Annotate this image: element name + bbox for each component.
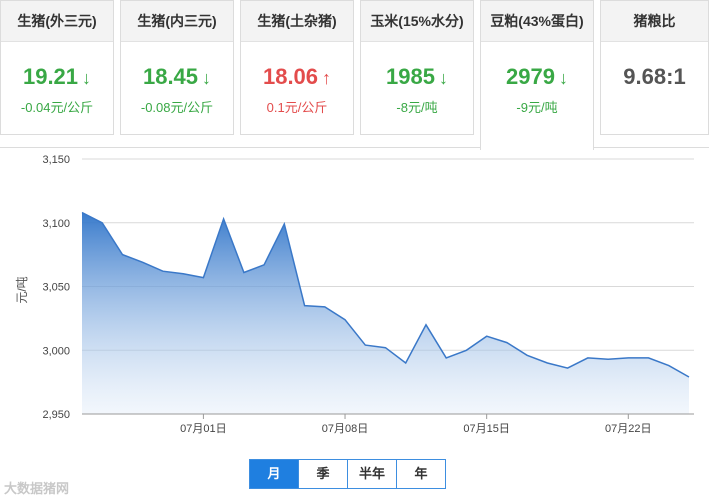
x-tick-label: 07月15日 [463,423,509,435]
chart-area [81,211,694,415]
tab-2[interactable]: 半年 [347,460,396,488]
card-value-row: 18.45 ↓ [121,64,233,91]
card-title: 生猪(内三元) [121,1,233,42]
y-tick-label: 3,000 [42,345,70,357]
arrow-up-icon: ↑ [322,68,332,88]
period-tabs: 月季半年年 [249,459,446,489]
y-tick-label: 2,950 [42,409,70,421]
y-tick-label: 3,100 [42,218,70,230]
card-change: -0.04元/公斤 [20,100,94,115]
watermark: 大数据猪网 [4,481,70,496]
card-value-row: 1985 ↓ [361,64,473,91]
x-tick-label: 07月08日 [322,423,368,435]
y-tick-label: 3,150 [42,154,70,166]
tab-3[interactable]: 年 [396,460,445,488]
price-card-3[interactable]: 玉米(15%水分) 1985 ↓ -8元/吨 [360,0,474,135]
arrow-down-icon: ↓ [82,68,92,88]
card-change: -9元/吨 [516,100,558,115]
price-card-4[interactable]: 豆粕(43%蛋白) 2979 ↓ -9元/吨 [480,0,594,150]
card-value-row: 2979 ↓ [481,64,593,91]
price-card-0[interactable]: 生猪(外三元) 19.21 ↓ -0.04元/公斤 [0,0,114,135]
x-tick-label: 07月01日 [180,423,226,435]
y-axis-ticks: 2,950 3,000 3,050 3,100 3,150 [42,154,70,421]
card-title: 猪粮比 [601,1,708,42]
arrow-down-icon: ↓ [438,68,448,88]
series-area [82,212,689,414]
card-value: 9.68:1 [623,64,686,89]
card-title: 生猪(土杂猪) [241,1,353,42]
card-value: 2979 [506,64,555,89]
card-title: 生猪(外三元) [1,1,113,42]
y-tick-label: 3,050 [42,282,70,294]
tab-0[interactable]: 月 [250,460,298,488]
card-value: 19.21 [22,64,79,89]
card-title: 豆粕(43%蛋白) [481,1,593,42]
card-value: 18.45 [142,64,199,89]
card-change: -8元/吨 [396,100,438,115]
x-tick-label: 07月22日 [605,423,651,435]
price-chart: 2,9503,0003,0503,1003,150 07月01日 07月08日 07… [15,154,694,435]
arrow-down-icon: ↓ [558,68,568,88]
y-axis-label: 元/吨 [15,276,29,303]
card-value: 18.06 [262,64,319,89]
price-cards: 生猪(外三元) 19.21 ↓ -0.04元/公斤 生猪(内三元) 18.45 ↓ -0.08… [0,0,709,150]
card-title: 玉米(15%水分) [361,1,473,42]
price-card-5[interactable]: 猪粮比 9.68:1 [600,0,709,135]
card-value: 1985 [386,64,435,89]
tab-1[interactable]: 季 [298,460,347,488]
card-value-row: 9.68:1 [601,64,708,90]
card-value-row: 18.06 ↑ [241,64,353,91]
arrow-down-icon: ↓ [202,68,212,88]
x-axis-ticks: 07月01日 07月08日 07月15日 07月22日 [180,414,652,435]
card-value-row: 19.21 ↓ [1,64,113,91]
card-change: 0.1元/公斤 [266,100,328,115]
card-change: -0.08元/公斤 [140,100,214,115]
price-card-2[interactable]: 生猪(土杂猪) 18.06 ↑ 0.1元/公斤 [240,0,354,135]
price-card-1[interactable]: 生猪(内三元) 18.45 ↓ -0.08元/公斤 [120,0,234,135]
